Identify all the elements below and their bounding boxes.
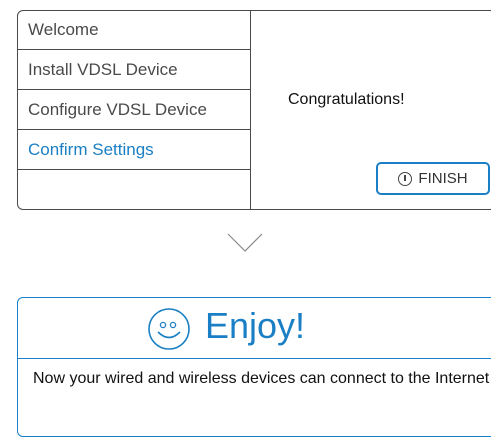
step-empty	[18, 170, 250, 210]
wizard-steps: Welcome Install VDSL Device Configure VD…	[18, 11, 251, 209]
step-confirm-settings[interactable]: Confirm Settings	[18, 130, 250, 170]
finish-button[interactable]: FINISH	[376, 162, 490, 195]
enjoy-header: Enjoy!	[18, 298, 491, 359]
step-welcome[interactable]: Welcome	[18, 11, 250, 50]
finish-button-label: FINISH	[418, 170, 468, 187]
enjoy-panel: Enjoy! Now your wired and wireless devic…	[17, 297, 491, 437]
congratulations-text: Congratulations!	[288, 91, 405, 108]
setup-wizard-panel: Welcome Install VDSL Device Configure VD…	[17, 10, 491, 210]
step-configure-vdsl-device[interactable]: Configure VDSL Device	[18, 90, 250, 130]
enjoy-message: Now your wired and wireless devices can …	[33, 370, 491, 387]
smiley-icon	[148, 308, 190, 350]
step-install-vdsl-device[interactable]: Install VDSL Device	[18, 50, 250, 90]
enjoy-title: Enjoy!	[205, 305, 306, 346]
power-icon	[398, 171, 413, 186]
chevron-down-icon	[227, 233, 263, 252]
